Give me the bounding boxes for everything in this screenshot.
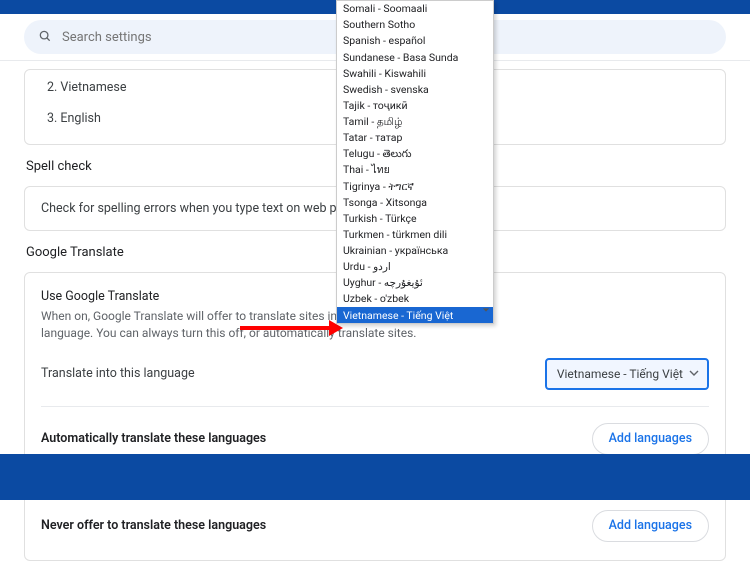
dropdown-scroll[interactable]: Shona - chiShonaSindhi - سنڌيSinhala - ස… <box>337 1 493 323</box>
dropdown-option[interactable]: Tajik - тоҷикӣ <box>337 97 493 113</box>
dropdown-option[interactable]: Vietnamese - Tiếng Việt <box>337 307 493 323</box>
dropdown-option[interactable]: Ukrainian - українська <box>337 243 493 259</box>
dropdown-option[interactable]: Uyghur - ئۇيغۇرچە <box>337 275 493 291</box>
language-dropdown-popup[interactable]: Shona - chiShonaSindhi - سنڌيSinhala - ස… <box>336 0 494 324</box>
dropdown-option[interactable]: Tamil - தமிழ் <box>337 114 493 130</box>
never-offer-row: Never offer to translate these languages… <box>41 494 709 544</box>
dropdown-option[interactable]: Uzbek - o'zbek <box>337 291 493 307</box>
translate-language-dropdown[interactable]: Vietnamese - Tiếng Việt <box>545 358 709 390</box>
translate-into-label: Translate into this language <box>41 366 195 381</box>
add-languages-button[interactable]: Add languages <box>592 510 709 542</box>
never-offer-label: Never offer to translate these languages <box>41 518 266 533</box>
dropdown-option[interactable]: Spanish - español <box>337 33 493 49</box>
accent-bar-bottom <box>0 454 750 500</box>
translate-into-row: Translate into this language Vietnamese … <box>41 342 709 406</box>
dropdown-selected-text: Vietnamese - Tiếng Việt <box>557 367 683 381</box>
dropdown-option[interactable]: Tigrinya - ትግርኛ <box>337 178 493 194</box>
dropdown-option[interactable]: Urdu - اردو <box>337 259 493 275</box>
dropdown-option[interactable]: Swedish - svenska <box>337 81 493 97</box>
dropdown-option[interactable]: Somali - Soomaali <box>337 1 493 17</box>
dropdown-option[interactable]: Turkish - Türkçe <box>337 210 493 226</box>
chevron-down-icon <box>689 367 699 381</box>
dropdown-option[interactable]: Southern Sotho <box>337 17 493 33</box>
spell-check-desc: Check for spelling errors when you type … <box>41 201 363 216</box>
dropdown-option[interactable]: Swahili - Kiswahili <box>337 65 493 81</box>
auto-translate-label: Automatically translate these languages <box>41 431 266 446</box>
dropdown-option[interactable]: Telugu - తెలుగు <box>337 146 493 162</box>
dropdown-option[interactable]: Tatar - татар <box>337 130 493 146</box>
dropdown-option[interactable]: Tsonga - Xitsonga <box>337 194 493 210</box>
dropdown-option[interactable]: Thai - ไทย <box>337 162 493 178</box>
search-icon <box>38 28 52 47</box>
dropdown-option[interactable]: Sundanese - Basa Sunda <box>337 49 493 65</box>
dropdown-option[interactable]: Turkmen - türkmen dili <box>337 226 493 242</box>
add-languages-button[interactable]: Add languages <box>592 423 709 455</box>
chevron-down-icon <box>482 299 490 318</box>
